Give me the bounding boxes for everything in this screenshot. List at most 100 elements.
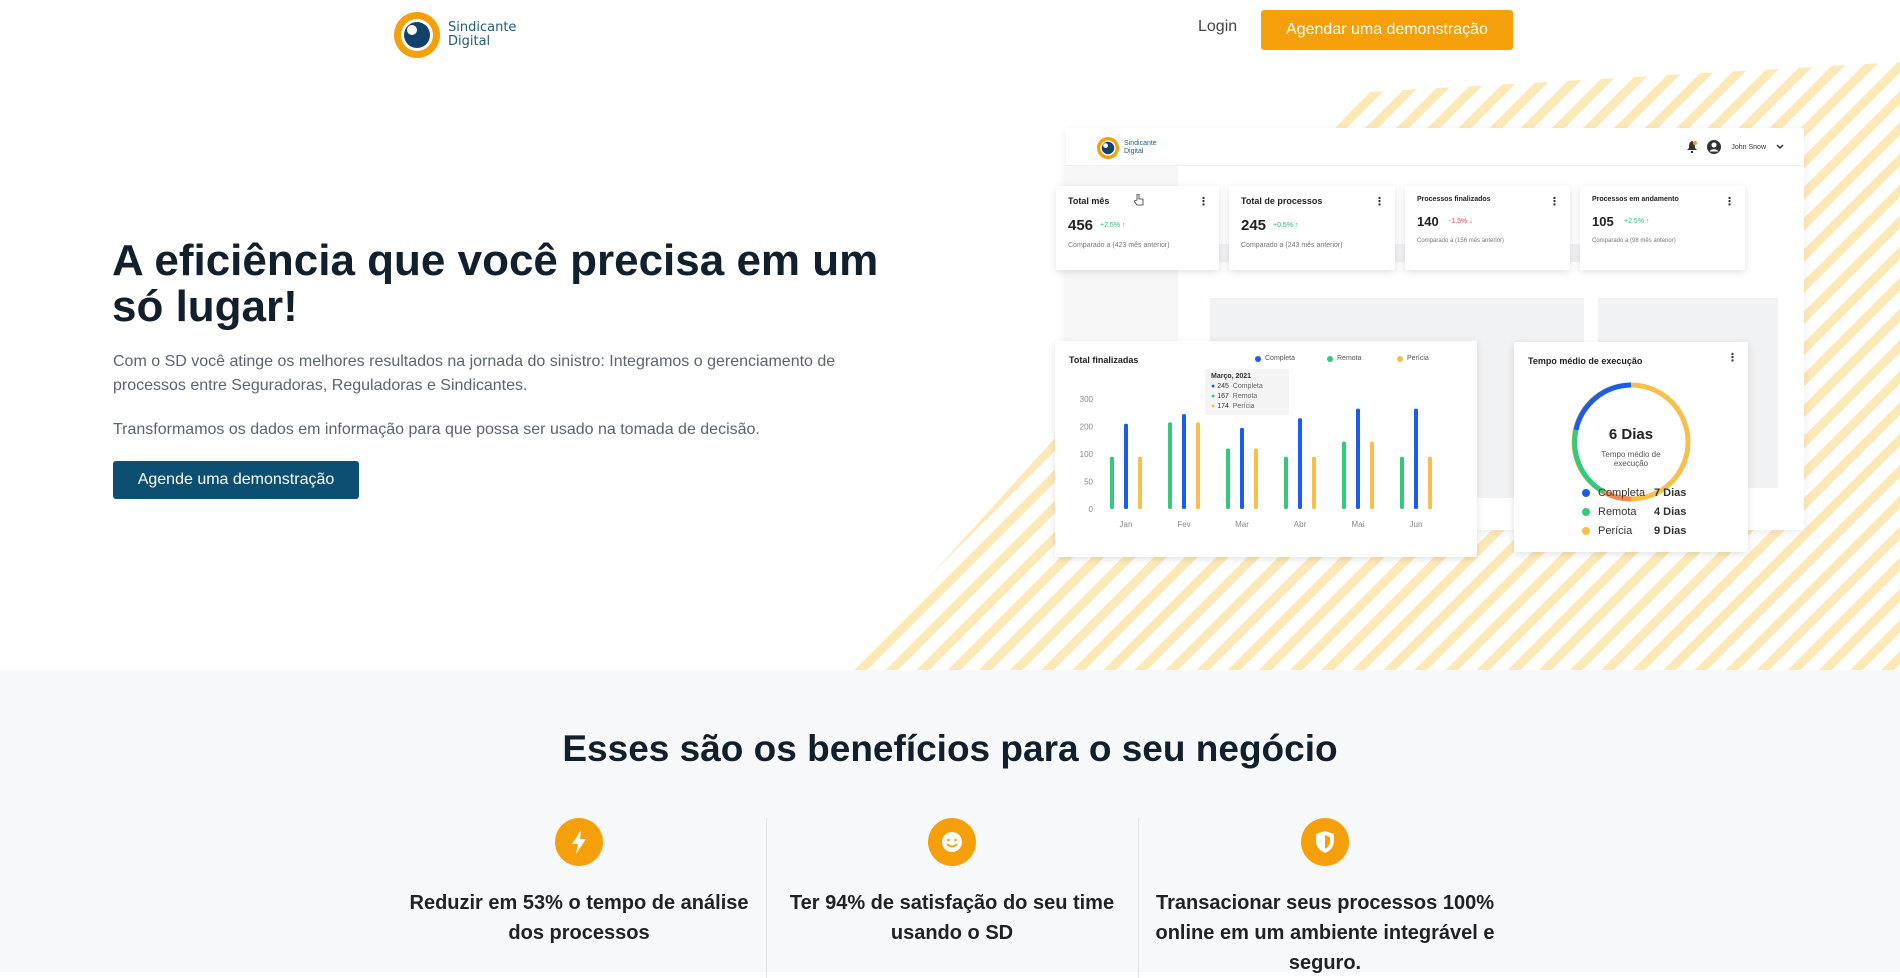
hero-description-2: Transformamos os dados em informação par… — [113, 421, 760, 438]
bar-remota[interactable] — [1400, 456, 1404, 509]
tooltip-title: Março, 2021 — [1211, 373, 1252, 380]
benefit-item: Transacionar seus processos 100% online … — [1155, 818, 1495, 978]
bar-remota[interactable] — [1226, 448, 1230, 510]
hero-demo-button[interactable]: Agende uma demonstração — [113, 461, 359, 499]
bar-completa[interactable] — [1124, 423, 1128, 509]
logo[interactable]: Sindicante Digital — [392, 10, 516, 60]
x-tick-label: Mar — [1235, 520, 1249, 529]
x-tick-label: Abr — [1294, 520, 1307, 529]
tooltip-label: Perícia — [1232, 403, 1255, 410]
lightning-icon — [555, 818, 603, 866]
bar-completa[interactable] — [1414, 408, 1418, 509]
benefits-title: Esses são os benefícios para o seu negóc… — [562, 728, 1338, 769]
more-icon[interactable]: ⋮ — [1198, 195, 1209, 208]
bar-perícia[interactable] — [1428, 456, 1432, 509]
kpi-comparison: Comparado a (423 mês anterior) — [1068, 242, 1170, 249]
legend-dot — [1582, 508, 1590, 516]
tooltip-row: ● 167 Remota — [1205, 392, 1289, 402]
bar-completa[interactable] — [1356, 408, 1360, 509]
tooltip-dot: ● — [1211, 393, 1216, 400]
divider — [1138, 818, 1139, 978]
tooltip-dot: ● — [1211, 403, 1216, 410]
legend-value: 4 Dias — [1654, 506, 1687, 518]
bar-perícia[interactable] — [1370, 441, 1374, 509]
dashboard-logo: Sindicante Digital — [1096, 136, 1157, 160]
schedule-demo-button[interactable]: Agendar uma demonstração — [1261, 10, 1513, 50]
bar-perícia[interactable] — [1312, 456, 1316, 509]
hero-title: A eficiência que você precisa em um só l… — [112, 236, 879, 331]
logo-line2: Digital — [448, 34, 491, 49]
tooltip-row: ● 174 Perícia — [1205, 402, 1289, 412]
y-tick-label: 200 — [1080, 423, 1094, 432]
smiley-icon — [928, 818, 976, 866]
bar-completa[interactable] — [1298, 418, 1302, 509]
bar-completa[interactable] — [1240, 427, 1244, 509]
hero-section: A eficiência que você precisa em um só l… — [0, 62, 1900, 670]
more-icon[interactable]: ⋮ — [1374, 195, 1385, 208]
kpi-delta-value: +2.5% — [1624, 218, 1645, 225]
legend-label: Remota — [1598, 506, 1637, 518]
dashboard-logo-icon — [1096, 136, 1120, 160]
y-tick-label: 100 — [1080, 450, 1094, 459]
time-card-title: Tempo médio de execução — [1528, 356, 1643, 366]
time-legend-row: Completa 7 Dias — [1582, 487, 1686, 499]
kpi-comparison: Comparado a (243 mês anterior) — [1241, 242, 1343, 249]
bar-perícia[interactable] — [1254, 448, 1258, 510]
hero-description: Com o SD você atinge os melhores resulta… — [113, 353, 836, 394]
kpi-card-total-mes: Total mês ⋮ 456 +2.5% ↑ Comparado a (423… — [1056, 186, 1219, 270]
benefit-text: Reduzir em 53% o tempo de análise dos pr… — [409, 892, 749, 944]
kpi-comparison: Comparado a (98 mês anterior) — [1592, 238, 1676, 244]
kpi-value: 245 — [1241, 217, 1267, 234]
dashboard-header: Sindicante Digital John Snow — [1066, 128, 1804, 166]
tooltip-row: ● 245 Completa — [1205, 382, 1289, 392]
x-tick-label: Jan — [1120, 520, 1133, 529]
time-legend-row: Perícia 9 Dias — [1582, 525, 1686, 537]
kpi-delta: +2.5% ↑ — [1624, 218, 1650, 225]
more-icon[interactable]: ⋮ — [1549, 195, 1560, 208]
tooltip-value: 245 — [1217, 383, 1229, 390]
bar-perícia[interactable] — [1138, 456, 1142, 509]
arrow-up-icon: ↑ — [1646, 218, 1650, 225]
legend-label: Perícia — [1598, 525, 1633, 537]
time-legend-row: Remota 4 Dias — [1582, 506, 1686, 518]
bar-remota[interactable] — [1168, 422, 1172, 509]
legend-value: 9 Dias — [1654, 525, 1687, 537]
tooltip-value: 174 — [1217, 403, 1229, 410]
bar-perícia[interactable] — [1196, 422, 1200, 509]
arrow-up-icon: ↑ — [1122, 222, 1126, 229]
donut-center-label: Tempo médio de execução — [1601, 450, 1661, 468]
y-tick-label: 300 — [1080, 395, 1094, 404]
bar-remota[interactable] — [1284, 456, 1288, 509]
avatar-icon — [1707, 140, 1722, 154]
kpi-delta-value: -1.5% — [1449, 218, 1468, 225]
kpi-delta: -1.5% ↓ — [1449, 218, 1473, 225]
kpi-delta: +0.5% ↑ — [1273, 222, 1299, 229]
kpi-value: 140 — [1417, 214, 1439, 229]
top-navigation: Sindicante Digital Login Agendar uma dem… — [0, 0, 1900, 62]
user-name: John Snow — [1731, 143, 1766, 151]
more-icon[interactable]: ⋮ — [1724, 195, 1735, 208]
benefit-text: Ter 94% de satisfação do seu time usando… — [789, 892, 1115, 944]
shield-icon — [1301, 818, 1349, 866]
bar-remota[interactable] — [1110, 456, 1114, 509]
bar-completa[interactable] — [1182, 414, 1186, 509]
cursor-hand-icon — [1134, 194, 1144, 206]
time-card: Tempo médio de execução ⋮ 6 Dias Tempo m… — [1514, 342, 1748, 552]
kpi-title: Total de processos — [1241, 196, 1323, 206]
tooltip-dot: ● — [1211, 383, 1216, 390]
benefit-item: Ter 94% de satisfação do seu time usando… — [782, 818, 1122, 948]
donut-center-value: 6 Dias — [1608, 426, 1654, 443]
kpi-card-processos-finalizados: Processos finalizados ⋮ 140 -1.5% ↓ Comp… — [1405, 186, 1570, 270]
tooltip-label: Remota — [1232, 393, 1258, 400]
y-tick-label: 50 — [1084, 478, 1093, 487]
kpi-title: Processos em andamento — [1592, 196, 1679, 203]
bar-remota[interactable] — [1342, 441, 1346, 509]
more-icon[interactable]: ⋮ — [1727, 351, 1738, 364]
kpi-comparison: Comparado a (156 mês anterior) — [1417, 238, 1505, 244]
kpi-title: Total mês — [1068, 196, 1110, 206]
x-tick-label: Jun — [1410, 520, 1423, 529]
chart-card-total-finalizadas: Total finalizadas Completa Remota Períci… — [1055, 341, 1477, 557]
divider — [766, 818, 767, 978]
login-link[interactable]: Login — [1198, 18, 1237, 36]
bell-icon — [1687, 141, 1698, 153]
